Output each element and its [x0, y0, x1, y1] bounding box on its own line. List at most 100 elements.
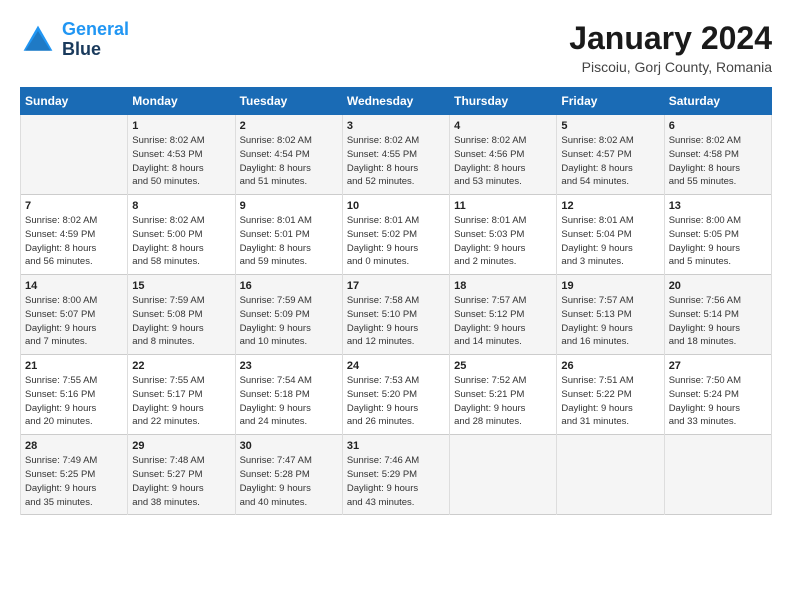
day-info: Sunrise: 8:01 AMSunset: 5:03 PMDaylight:…: [454, 214, 552, 269]
day-cell: 31 Sunrise: 7:46 AMSunset: 5:29 PMDayligh…: [342, 435, 449, 515]
day-info: Sunrise: 8:01 AMSunset: 5:01 PMDaylight:…: [240, 214, 338, 269]
day-number: 27: [669, 360, 767, 372]
day-cell: 4Sunrise: 8:02 AMSunset: 4:56 PMDaylight…: [450, 115, 557, 195]
day-info: Sunrise: 7:58 AMSunset: 5:10 PMDaylight:…: [347, 294, 445, 349]
day-number: 13: [669, 200, 767, 212]
day-number: 21: [25, 360, 123, 372]
day-number: 7: [25, 200, 123, 212]
day-number: 26: [561, 360, 659, 372]
day-cell: 18 Sunrise: 7:57 AMSunset: 5:12 PMDayligh…: [450, 275, 557, 355]
day-cell: 26 Sunrise: 7:51 AMSunset: 5:22 PMDayligh…: [557, 355, 664, 435]
day-cell: 6Sunrise: 8:02 AMSunset: 4:58 PMDaylight…: [664, 115, 771, 195]
day-cell: 12 Sunrise: 8:01 AMSunset: 5:04 PMDayligh…: [557, 195, 664, 275]
logo-icon: [20, 22, 56, 58]
day-number: 28: [25, 440, 123, 452]
day-cell: 17 Sunrise: 7:58 AMSunset: 5:10 PMDayligh…: [342, 275, 449, 355]
day-cell: 2 Sunrise: 8:02 AMSunset: 4:54 PMDaylight…: [235, 115, 342, 195]
page: General Blue January 2024 Piscoiu, Gorj …: [0, 0, 792, 612]
day-number: 8: [132, 200, 230, 212]
day-info: Sunrise: 8:02 AMSunset: 5:00 PMDaylight:…: [132, 214, 230, 269]
day-number: 5: [561, 120, 659, 132]
title-block: January 2024 Piscoiu, Gorj County, Roman…: [569, 20, 772, 75]
day-number: 12: [561, 200, 659, 212]
day-info: Sunrise: 7:53 AMSunset: 5:20 PMDaylight:…: [347, 374, 445, 429]
day-info: Sunrise: 8:02 AMSunset: 4:54 PMDaylight:…: [240, 134, 338, 189]
day-number: 17: [347, 280, 445, 292]
calendar-title: January 2024: [569, 20, 772, 57]
day-number: 18: [454, 280, 552, 292]
day-cell: 9 Sunrise: 8:01 AMSunset: 5:01 PMDaylight…: [235, 195, 342, 275]
day-number: 15: [132, 280, 230, 292]
day-cell: 23 Sunrise: 7:54 AMSunset: 5:18 PMDayligh…: [235, 355, 342, 435]
day-info: Sunrise: 8:02 AMSunset: 4:57 PMDaylight:…: [561, 134, 659, 189]
day-info: Sunrise: 8:02 AMSunset: 4:56 PMDaylight:…: [454, 134, 552, 189]
logo: General Blue: [20, 20, 129, 60]
day-cell: 3 Sunrise: 8:02 AMSunset: 4:55 PMDaylight…: [342, 115, 449, 195]
day-info: Sunrise: 7:52 AMSunset: 5:21 PMDaylight:…: [454, 374, 552, 429]
day-info: Sunrise: 8:02 AMSunset: 4:59 PMDaylight:…: [25, 214, 123, 269]
day-info: Sunrise: 7:47 AMSunset: 5:28 PMDaylight:…: [240, 454, 338, 509]
week-row-3: 14 Sunrise: 8:00 AMSunset: 5:07 PMDayligh…: [21, 275, 772, 355]
day-info: Sunrise: 7:48 AMSunset: 5:27 PMDaylight:…: [132, 454, 230, 509]
day-cell: 19 Sunrise: 7:57 AMSunset: 5:13 PMDayligh…: [557, 275, 664, 355]
day-info: Sunrise: 7:54 AMSunset: 5:18 PMDaylight:…: [240, 374, 338, 429]
day-info: Sunrise: 7:51 AMSunset: 5:22 PMDaylight:…: [561, 374, 659, 429]
day-info: Sunrise: 8:00 AMSunset: 5:05 PMDaylight:…: [669, 214, 767, 269]
day-number: 2: [240, 120, 338, 132]
day-number: 14: [25, 280, 123, 292]
day-info: Sunrise: 7:46 AMSunset: 5:29 PMDaylight:…: [347, 454, 445, 509]
day-cell: 11Sunrise: 8:01 AMSunset: 5:03 PMDayligh…: [450, 195, 557, 275]
day-info: Sunrise: 7:59 AMSunset: 5:08 PMDaylight:…: [132, 294, 230, 349]
day-info: Sunrise: 8:01 AMSunset: 5:04 PMDaylight:…: [561, 214, 659, 269]
day-cell: 5 Sunrise: 8:02 AMSunset: 4:57 PMDaylight…: [557, 115, 664, 195]
day-cell: 25 Sunrise: 7:52 AMSunset: 5:21 PMDayligh…: [450, 355, 557, 435]
day-cell: 13 Sunrise: 8:00 AMSunset: 5:05 PMDayligh…: [664, 195, 771, 275]
day-info: Sunrise: 7:55 AMSunset: 5:17 PMDaylight:…: [132, 374, 230, 429]
day-cell: 14 Sunrise: 8:00 AMSunset: 5:07 PMDayligh…: [21, 275, 128, 355]
day-number: 3: [347, 120, 445, 132]
day-cell: [21, 115, 128, 195]
day-number: 9: [240, 200, 338, 212]
day-number: 24: [347, 360, 445, 372]
day-cell: 21 Sunrise: 7:55 AMSunset: 5:16 PMDayligh…: [21, 355, 128, 435]
header-cell-sunday: Sunday: [21, 88, 128, 115]
day-cell: 30 Sunrise: 7:47 AMSunset: 5:28 PMDayligh…: [235, 435, 342, 515]
day-info: Sunrise: 7:56 AMSunset: 5:14 PMDaylight:…: [669, 294, 767, 349]
week-row-4: 21 Sunrise: 7:55 AMSunset: 5:16 PMDayligh…: [21, 355, 772, 435]
day-cell: [664, 435, 771, 515]
header-cell-wednesday: Wednesday: [342, 88, 449, 115]
day-info: Sunrise: 8:02 AMSunset: 4:55 PMDaylight:…: [347, 134, 445, 189]
day-number: 16: [240, 280, 338, 292]
day-cell: 27Sunrise: 7:50 AMSunset: 5:24 PMDayligh…: [664, 355, 771, 435]
day-number: 31: [347, 440, 445, 452]
week-row-2: 7 Sunrise: 8:02 AMSunset: 4:59 PMDaylight…: [21, 195, 772, 275]
header-row: SundayMondayTuesdayWednesdayThursdayFrid…: [21, 88, 772, 115]
day-number: 25: [454, 360, 552, 372]
day-info: Sunrise: 7:49 AMSunset: 5:25 PMDaylight:…: [25, 454, 123, 509]
header-cell-friday: Friday: [557, 88, 664, 115]
logo-text: General Blue: [62, 20, 129, 60]
day-number: 23: [240, 360, 338, 372]
header-cell-thursday: Thursday: [450, 88, 557, 115]
day-info: Sunrise: 8:01 AMSunset: 5:02 PMDaylight:…: [347, 214, 445, 269]
header-cell-tuesday: Tuesday: [235, 88, 342, 115]
day-cell: 24 Sunrise: 7:53 AMSunset: 5:20 PMDayligh…: [342, 355, 449, 435]
day-number: 20: [669, 280, 767, 292]
day-info: Sunrise: 7:57 AMSunset: 5:13 PMDaylight:…: [561, 294, 659, 349]
day-number: 19: [561, 280, 659, 292]
header-cell-monday: Monday: [128, 88, 235, 115]
day-info: Sunrise: 8:00 AMSunset: 5:07 PMDaylight:…: [25, 294, 123, 349]
header: General Blue January 2024 Piscoiu, Gorj …: [20, 20, 772, 75]
day-number: 30: [240, 440, 338, 452]
day-cell: [450, 435, 557, 515]
day-cell: 16Sunrise: 7:59 AMSunset: 5:09 PMDayligh…: [235, 275, 342, 355]
day-cell: 15 Sunrise: 7:59 AMSunset: 5:08 PMDayligh…: [128, 275, 235, 355]
day-info: Sunrise: 7:55 AMSunset: 5:16 PMDaylight:…: [25, 374, 123, 429]
day-cell: 28 Sunrise: 7:49 AMSunset: 5:25 PMDayligh…: [21, 435, 128, 515]
day-cell: 7 Sunrise: 8:02 AMSunset: 4:59 PMDaylight…: [21, 195, 128, 275]
day-cell: [557, 435, 664, 515]
calendar-table: SundayMondayTuesdayWednesdayThursdayFrid…: [20, 87, 772, 515]
day-info: Sunrise: 7:57 AMSunset: 5:12 PMDaylight:…: [454, 294, 552, 349]
day-cell: 22Sunrise: 7:55 AMSunset: 5:17 PMDayligh…: [128, 355, 235, 435]
day-cell: 20 Sunrise: 7:56 AMSunset: 5:14 PMDayligh…: [664, 275, 771, 355]
